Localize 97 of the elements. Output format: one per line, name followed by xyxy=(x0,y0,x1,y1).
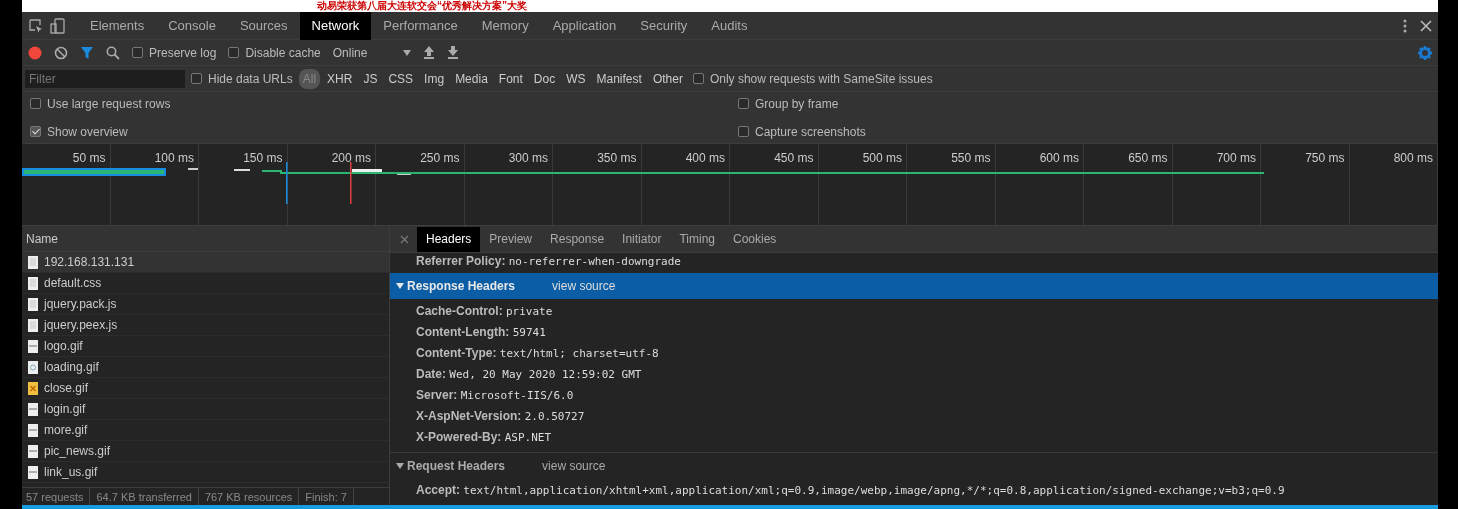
checkbox[interactable] xyxy=(132,47,143,58)
import-icon[interactable] xyxy=(423,46,436,59)
file-icon xyxy=(28,255,38,269)
panel-tab[interactable]: Console xyxy=(156,11,228,40)
image-file-icon xyxy=(28,444,38,458)
checkbox-label: Only show requests with SameSite issues xyxy=(709,70,933,88)
filter-input[interactable]: Filter xyxy=(25,69,185,88)
throttle-dropdown[interactable]: Online xyxy=(332,43,368,62)
header-line: Accept: text/html,application/xhtml+xml,application/xml;q=0.9,image/webp,image/apng,*/*;q=0.8,application/signed-exchange;v=b3;q=0.9 xyxy=(415,482,1286,499)
search-icon[interactable] xyxy=(106,45,120,60)
expanded-triangle-icon[interactable] xyxy=(396,282,404,290)
image-file-icon xyxy=(28,339,38,353)
close-icon[interactable] xyxy=(400,234,409,244)
settings-icon[interactable] xyxy=(1418,45,1432,60)
tick-label: 750 ms xyxy=(1261,144,1350,225)
request-row[interactable]: close.gif xyxy=(22,378,389,399)
header-line: Date: Wed, 20 May 2020 12:59:02 GMT xyxy=(415,366,643,383)
checkbox-label: Preserve log xyxy=(149,44,217,62)
detail-tab[interactable]: Initiator xyxy=(613,226,671,252)
clear-icon[interactable] xyxy=(54,45,68,60)
request-row[interactable]: 192.168.131.131 xyxy=(22,252,389,273)
type-filter-button[interactable]: Doc xyxy=(529,68,560,89)
header-line: Content-Length: 59741 xyxy=(415,324,547,341)
panel-tab[interactable]: Performance xyxy=(371,11,470,40)
header-line: Content-Type: text/html; charset=utf-8 xyxy=(415,345,660,362)
header-line: Server: Microsoft-IIS/6.0 xyxy=(415,387,575,404)
request-row[interactable]: default.css xyxy=(22,273,389,294)
request-row[interactable]: logo.gif xyxy=(22,336,389,357)
dropdown-caret-icon[interactable] xyxy=(403,49,412,56)
close-icon[interactable] xyxy=(1420,19,1432,32)
checkbox[interactable] xyxy=(228,47,240,58)
headline-text[interactable]: 动易荣获第八届大连软交会“优秀解决方案”大奖 xyxy=(317,0,527,12)
panel-tab[interactable]: Audits xyxy=(699,11,760,40)
checkbox-label: Hide data URLs xyxy=(208,70,293,88)
type-filter-button[interactable]: XHR xyxy=(323,68,357,89)
panel-tab[interactable]: Sources xyxy=(227,11,300,40)
header-line: Referrer Policy: no-referrer-when-downgrade xyxy=(415,253,682,270)
image-file-icon xyxy=(28,402,38,416)
request-row[interactable]: jquery.peex.js xyxy=(22,315,389,336)
section-header[interactable]: Request Headers view source xyxy=(390,452,1438,478)
view-source-link[interactable]: view source xyxy=(552,273,616,299)
checkbox-label: Group by frame xyxy=(755,95,839,113)
request-row[interactable]: jquery.pack.js xyxy=(22,294,389,315)
request-row[interactable]: link_us.gif xyxy=(22,462,389,483)
checkbox-label: Capture screenshots xyxy=(755,123,866,141)
more-menu-icon[interactable] xyxy=(1402,18,1408,33)
request-row[interactable]: loading.gif xyxy=(22,357,389,378)
device-toolbar-icon[interactable] xyxy=(50,17,66,34)
file-icon xyxy=(28,297,38,311)
detail-tab[interactable]: Response xyxy=(541,226,614,252)
checkbox[interactable] xyxy=(738,98,749,109)
expanded-triangle-icon[interactable] xyxy=(396,461,404,470)
request-row[interactable]: pic_news.gif xyxy=(22,441,389,462)
header-line: Cache-Control: private xyxy=(415,303,554,320)
section-header[interactable]: Response Headers view source xyxy=(390,273,1438,299)
checkbox[interactable] xyxy=(191,73,202,84)
spinner-file-icon xyxy=(28,360,38,374)
request-row[interactable]: login.gif xyxy=(22,399,389,420)
close-image-icon xyxy=(28,381,38,395)
inspect-icon[interactable] xyxy=(28,17,44,34)
header-line: X-Powered-By: ASP.NET xyxy=(415,429,553,446)
request-row[interactable]: more.gif xyxy=(22,420,389,441)
type-filter-button[interactable]: CSS xyxy=(384,68,418,89)
panel-tab[interactable]: Memory xyxy=(469,11,541,40)
checkbox[interactable] xyxy=(692,73,704,84)
type-filter-button[interactable]: WS xyxy=(562,68,590,89)
export-icon[interactable] xyxy=(447,46,460,59)
type-filter-button[interactable]: Font xyxy=(494,68,527,89)
header-line: X-AspNet-Version: 2.0.50727 xyxy=(415,408,586,425)
view-source-link[interactable]: view source xyxy=(542,453,606,478)
type-filter-button[interactable]: JS xyxy=(359,68,382,89)
detail-tab[interactable]: Headers xyxy=(417,226,481,252)
panel-tab[interactable]: Application xyxy=(540,11,629,40)
checkbox-label: Show overview xyxy=(47,123,128,141)
type-filter-button[interactable]: Other xyxy=(648,68,687,89)
tick-label: 800 ms xyxy=(1349,144,1438,225)
file-icon xyxy=(28,276,38,290)
checkbox[interactable] xyxy=(738,126,749,137)
detail-tab[interactable]: Preview xyxy=(480,226,542,252)
checkbox-label: Use large request rows xyxy=(47,95,171,113)
checkbox[interactable] xyxy=(30,98,41,109)
image-file-icon xyxy=(28,423,38,437)
record-icon[interactable] xyxy=(28,45,42,60)
checkbox[interactable] xyxy=(30,126,41,137)
column-header[interactable]: Name xyxy=(26,232,58,246)
file-icon xyxy=(28,318,38,332)
panel-tab[interactable]: Elements xyxy=(78,11,157,40)
filter-icon[interactable] xyxy=(80,45,94,60)
type-filter-button[interactable]: Img xyxy=(420,68,449,89)
detail-tab[interactable]: Cookies xyxy=(724,226,786,252)
type-filter-button[interactable]: Manifest xyxy=(592,68,646,89)
type-filter-button[interactable]: Media xyxy=(451,68,492,89)
detail-tab[interactable]: Timing xyxy=(670,226,724,252)
image-file-icon xyxy=(28,465,38,479)
checkbox-label: Disable cache xyxy=(245,44,321,62)
panel-tab[interactable]: Network xyxy=(299,11,372,40)
panel-tab[interactable]: Security xyxy=(628,11,700,40)
